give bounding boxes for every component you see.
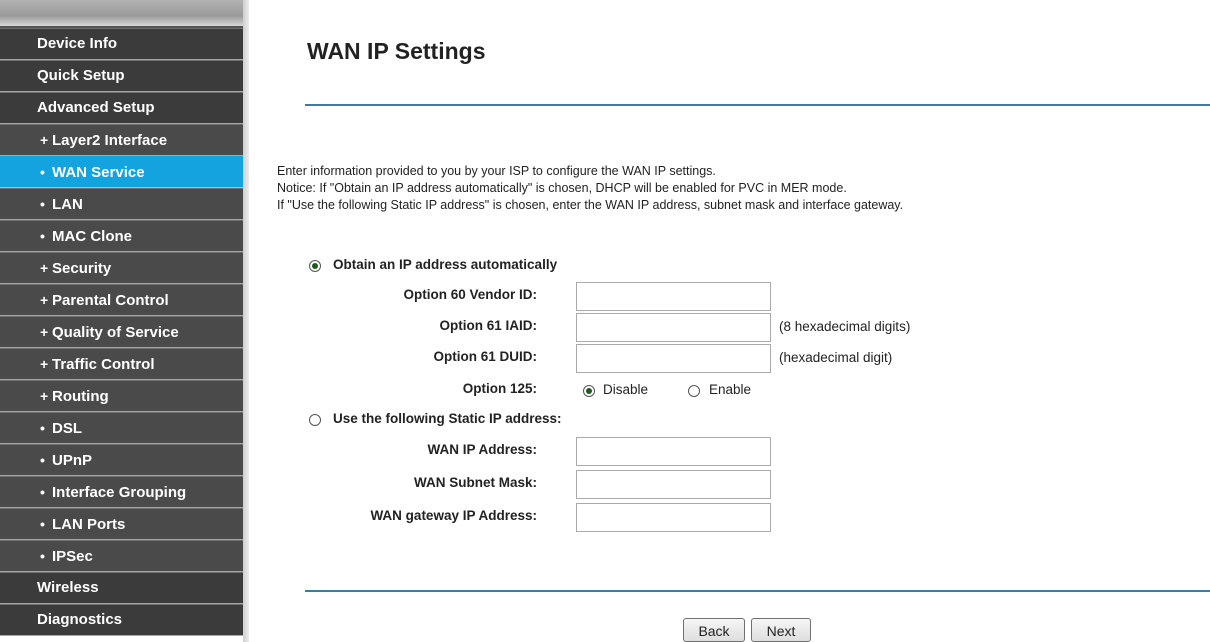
sidebar-item-lan[interactable]: • LAN [0, 188, 243, 220]
sidebar-item-label: Quality of Service [52, 324, 179, 341]
sidebar-item-label: IPSec [52, 548, 93, 565]
bottom-divider [305, 590, 1210, 592]
option125-enable-radio[interactable] [688, 385, 700, 397]
wan-gateway-label: WAN gateway IP Address: [370, 508, 537, 523]
expand-icon: + [40, 260, 49, 276]
next-button[interactable]: Next [751, 618, 811, 642]
description: Enter information provided to you by you… [277, 163, 903, 214]
option61-duid-label: Option 61 DUID: [433, 349, 538, 364]
option60-label: Option 60 Vendor ID: [403, 287, 537, 302]
sidebar-item-ipsec[interactable]: • IPSec [0, 540, 243, 572]
sidebar-item-dsl[interactable]: • DSL [0, 412, 243, 444]
sidebar-item-wan-service[interactable]: • WAN Service [0, 156, 243, 188]
bullet-icon: • [40, 548, 45, 564]
sidebar-item-device-info[interactable]: Device Info [0, 28, 243, 60]
sidebar-item-label: UPnP [52, 452, 93, 469]
obtain-auto-radio[interactable] [309, 260, 321, 272]
sidebar-item-label: LAN [52, 196, 83, 213]
back-button[interactable]: Back [683, 618, 745, 642]
sidebar-item-label: Layer2 Interface [52, 132, 168, 149]
option125-disable-radio[interactable] [583, 385, 595, 397]
bullet-icon: • [40, 164, 45, 180]
option60-input[interactable] [576, 282, 771, 311]
expand-icon: + [40, 292, 49, 308]
description-line: If "Use the following Static IP address"… [277, 198, 904, 212]
sidebar-item-label: Security [52, 260, 112, 277]
sidebar-item-quick-setup[interactable]: Quick Setup [0, 60, 243, 92]
sidebar-item-label: LAN Ports [52, 516, 126, 533]
main-content: WAN IP Settings Enter information provid… [249, 0, 1210, 642]
sidebar-item-routing[interactable]: + Routing [0, 380, 243, 412]
sidebar-item-label: Advanced Setup [37, 99, 155, 116]
option61-duid-input[interactable] [576, 344, 771, 373]
sidebar-item-traffic-control[interactable]: + Traffic Control [0, 348, 243, 380]
description-line: Enter information provided to you by you… [277, 164, 716, 178]
sidebar-item-label: DSL [52, 420, 82, 437]
bullet-icon: • [40, 420, 45, 436]
sidebar-item-label: Parental Control [52, 292, 169, 309]
sidebar-item-label: Traffic Control [52, 356, 155, 373]
option61-iaid-hint: (8 hexadecimal digits) [779, 319, 911, 334]
bullet-icon: • [40, 484, 45, 500]
sidebar-item-advanced-setup[interactable]: Advanced Setup [0, 92, 243, 124]
obtain-auto-label: Obtain an IP address automatically [333, 257, 558, 272]
sidebar: Device Info Quick Setup Advanced Setup + Lay… [0, 0, 243, 642]
sidebar-item-lan-ports[interactable]: • LAN Ports [0, 508, 243, 540]
wan-mask-input[interactable] [576, 470, 771, 499]
sidebar-item-quality-of-service[interactable]: + Quality of Service [0, 316, 243, 348]
wan-ip-input[interactable] [576, 437, 771, 466]
sidebar-item-label: MAC Clone [52, 228, 132, 245]
sidebar-item-security[interactable]: + Security [0, 252, 243, 284]
sidebar-item-interface-grouping[interactable]: • Interface Grouping [0, 476, 243, 508]
expand-icon: + [40, 388, 49, 404]
sidebar-item-diagnostics[interactable]: Diagnostics [0, 604, 243, 636]
sidebar-item-label: Quick Setup [37, 67, 125, 84]
expand-icon: + [40, 132, 49, 148]
wan-gateway-input[interactable] [576, 503, 771, 532]
bullet-icon: • [40, 228, 45, 244]
bullet-icon: • [40, 452, 45, 468]
expand-icon: + [40, 324, 49, 340]
sidebar-item-parental-control[interactable]: + Parental Control [0, 284, 243, 316]
bullet-icon: • [40, 196, 45, 212]
static-ip-label: Use the following Static IP address: [333, 411, 562, 426]
wan-mask-label: WAN Subnet Mask: [413, 475, 537, 490]
sidebar-item-mac-clone[interactable]: • MAC Clone [0, 220, 243, 252]
page-title: WAN IP Settings [307, 38, 486, 64]
sidebar-item-wireless[interactable]: Wireless [0, 572, 243, 604]
sidebar-item-label: Routing [52, 388, 109, 405]
sidebar-item-label: Interface Grouping [52, 484, 187, 501]
option125-label: Option 125: [462, 381, 537, 396]
top-divider [305, 104, 1210, 106]
sidebar-menu: Device Info Quick Setup Advanced Setup + Lay… [0, 28, 243, 636]
option61-iaid-input[interactable] [576, 313, 771, 342]
sidebar-item-label: Wireless [37, 579, 99, 596]
option61-iaid-label: Option 61 IAID: [439, 318, 538, 333]
sidebar-item-upnp[interactable]: • UPnP [0, 444, 243, 476]
static-ip-radio[interactable] [309, 414, 321, 426]
sidebar-item-label: Diagnostics [37, 611, 123, 628]
sidebar-item-label: WAN Service [52, 164, 145, 181]
expand-icon: + [40, 356, 49, 372]
option125-disable-label: Disable [603, 382, 649, 397]
sidebar-item-layer2-interface[interactable]: + Layer2 Interface [0, 124, 243, 156]
description-line: Notice: If "Obtain an IP address automat… [277, 181, 847, 195]
option61-duid-hint: (hexadecimal digit) [779, 350, 893, 365]
wan-ip-label: WAN IP Address: [427, 442, 537, 457]
option125-enable-label: Enable [709, 382, 752, 397]
sidebar-header-band [0, 0, 243, 28]
sidebar-item-label: Device Info [37, 35, 118, 52]
bullet-icon: • [40, 516, 45, 532]
